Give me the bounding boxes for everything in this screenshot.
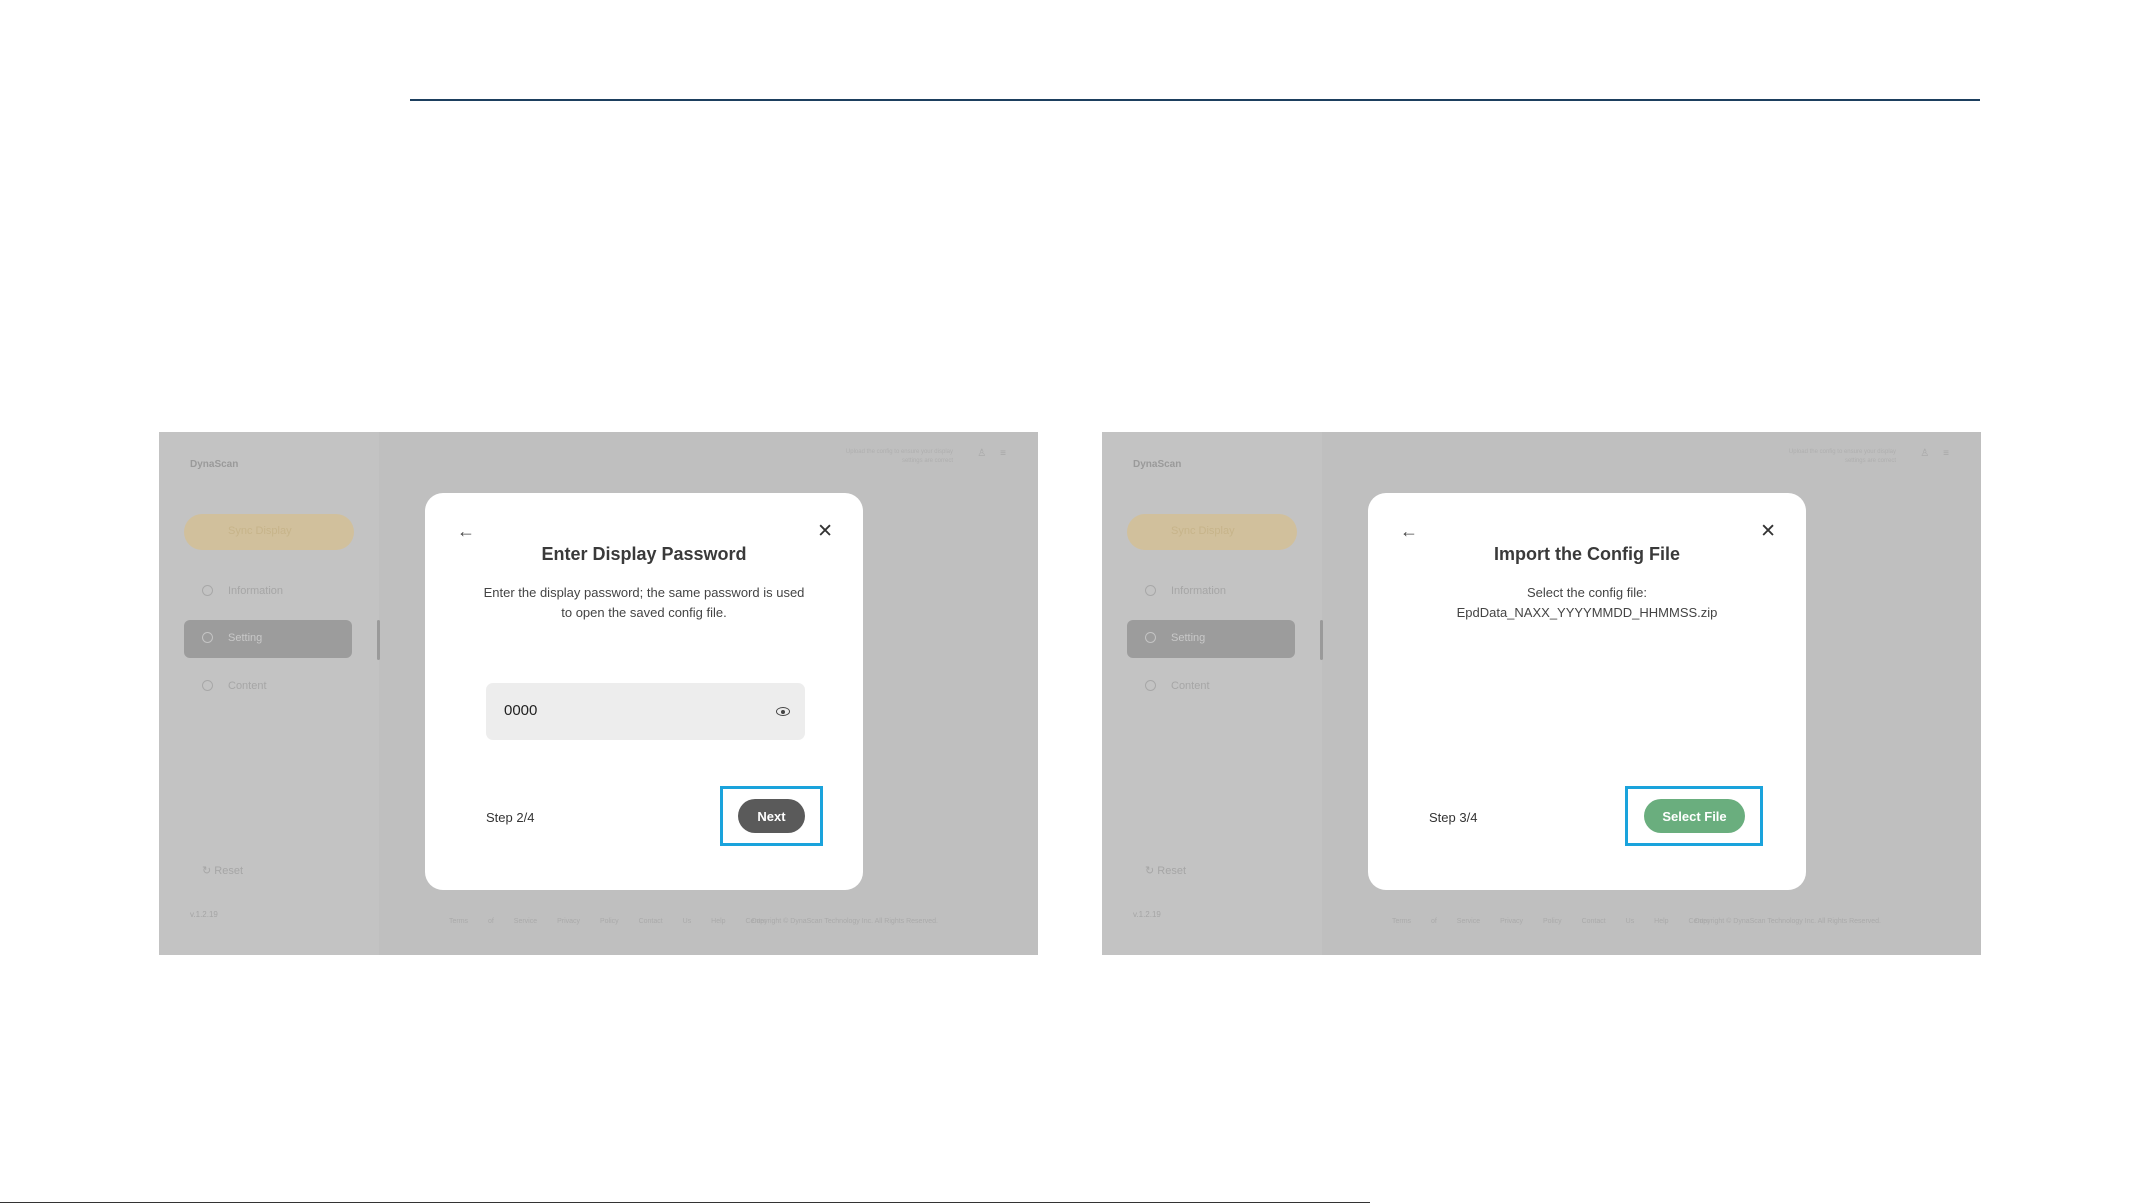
reset-label: Reset bbox=[214, 865, 244, 877]
reset-button[interactable]: ↻ Reset bbox=[202, 864, 243, 877]
password-dialog: ← ✕ Enter Display Password Enter the dis… bbox=[425, 493, 863, 890]
import-config-dialog: ← ✕ Import the Config File Select the co… bbox=[1368, 493, 1806, 890]
dialog-title: Import the Config File bbox=[1494, 544, 1680, 564]
select-file-button[interactable]: Select File bbox=[1644, 799, 1745, 833]
password-field[interactable]: 0000 bbox=[486, 683, 805, 740]
app-version: v.1.2.19 bbox=[190, 910, 218, 919]
brand-logo: DynaScan bbox=[1133, 459, 1182, 470]
gear-icon bbox=[1145, 632, 1156, 643]
reset-button[interactable]: ↻ Reset bbox=[1145, 864, 1186, 877]
user-icon[interactable]: ♙ bbox=[1920, 448, 1943, 459]
image-icon bbox=[1145, 680, 1156, 691]
reset-label: Reset bbox=[1157, 865, 1187, 877]
sync-display-label: Sync Display bbox=[1171, 525, 1235, 537]
app-sidebar: DynaScan Sync Display Information Settin… bbox=[159, 432, 380, 955]
close-icon[interactable]: ✕ bbox=[1760, 520, 1776, 543]
topbar-icons: ♙≡ bbox=[1920, 448, 1963, 459]
sidebar-item-label: Information bbox=[1171, 585, 1227, 597]
footer-links[interactable]: Terms of Service Privacy Policy Contact … bbox=[449, 918, 767, 925]
topbar-notice: Upload the config to ensure your display… bbox=[845, 449, 953, 464]
footer-copyright: Copyright © DynaScan Technology Inc. All… bbox=[1694, 918, 1881, 925]
step-indicator: Step 3/4 bbox=[1429, 810, 1478, 825]
sync-display-button[interactable]: Sync Display bbox=[184, 514, 354, 550]
sidebar-item-label: Information bbox=[228, 585, 284, 597]
brand-logo: DynaScan bbox=[190, 459, 239, 470]
sidebar-item-label: Content bbox=[228, 680, 267, 692]
step-indicator: Step 2/4 bbox=[486, 810, 535, 825]
topbar-notice: Upload the config to ensure your display… bbox=[1788, 449, 1896, 464]
app-version: v.1.2.19 bbox=[1133, 910, 1161, 919]
menu-icon[interactable]: ≡ bbox=[1943, 448, 1963, 459]
user-icon[interactable]: ♙ bbox=[977, 448, 1000, 459]
info-icon bbox=[202, 585, 213, 596]
dialog-description: Enter the display password; the same pas… bbox=[483, 585, 805, 620]
password-value: 0000 bbox=[504, 702, 538, 719]
eye-icon[interactable] bbox=[776, 707, 790, 716]
sidebar-scrollbar[interactable] bbox=[377, 620, 380, 660]
topbar-icons: ♙≡ bbox=[977, 448, 1020, 459]
screenshot-enter-password: DynaScan Sync Display Information Settin… bbox=[159, 432, 1038, 955]
sidebar-item-content[interactable]: Content bbox=[1127, 668, 1295, 706]
sidebar-item-label: Setting bbox=[228, 632, 263, 644]
footer-links[interactable]: Terms of Service Privacy Policy Contact … bbox=[1392, 918, 1710, 925]
dialog-title: Enter Display Password bbox=[541, 544, 747, 564]
sidebar-item-setting[interactable]: Setting bbox=[184, 620, 352, 658]
next-button[interactable]: Next bbox=[738, 799, 805, 833]
menu-icon[interactable]: ≡ bbox=[1000, 448, 1020, 459]
screenshot-import-config: DynaScan Sync Display Information Settin… bbox=[1102, 432, 1981, 955]
footer-copyright: Copyright © DynaScan Technology Inc. All… bbox=[751, 918, 938, 925]
close-icon[interactable]: ✕ bbox=[817, 520, 833, 543]
app-sidebar: DynaScan Sync Display Information Settin… bbox=[1102, 432, 1323, 955]
back-arrow-icon[interactable]: ← bbox=[457, 521, 475, 542]
sidebar-item-content[interactable]: Content bbox=[184, 668, 352, 706]
gear-icon bbox=[202, 632, 213, 643]
dialog-description: Select the config file: EpdData_NAXX_YYY… bbox=[1456, 585, 1718, 620]
back-arrow-icon[interactable]: ← bbox=[1400, 521, 1418, 542]
sidebar-item-label: Content bbox=[1171, 680, 1210, 692]
sync-display-label: Sync Display bbox=[228, 525, 292, 537]
image-icon bbox=[202, 680, 213, 691]
sidebar-item-information[interactable]: Information bbox=[184, 573, 352, 611]
sync-display-button[interactable]: Sync Display bbox=[1127, 514, 1297, 550]
header-rule bbox=[410, 99, 1980, 101]
sidebar-item-information[interactable]: Information bbox=[1127, 573, 1295, 611]
sidebar-item-setting[interactable]: Setting bbox=[1127, 620, 1295, 658]
info-icon bbox=[1145, 585, 1156, 596]
sidebar-scrollbar[interactable] bbox=[1320, 620, 1323, 660]
sidebar-item-label: Setting bbox=[1171, 632, 1206, 644]
